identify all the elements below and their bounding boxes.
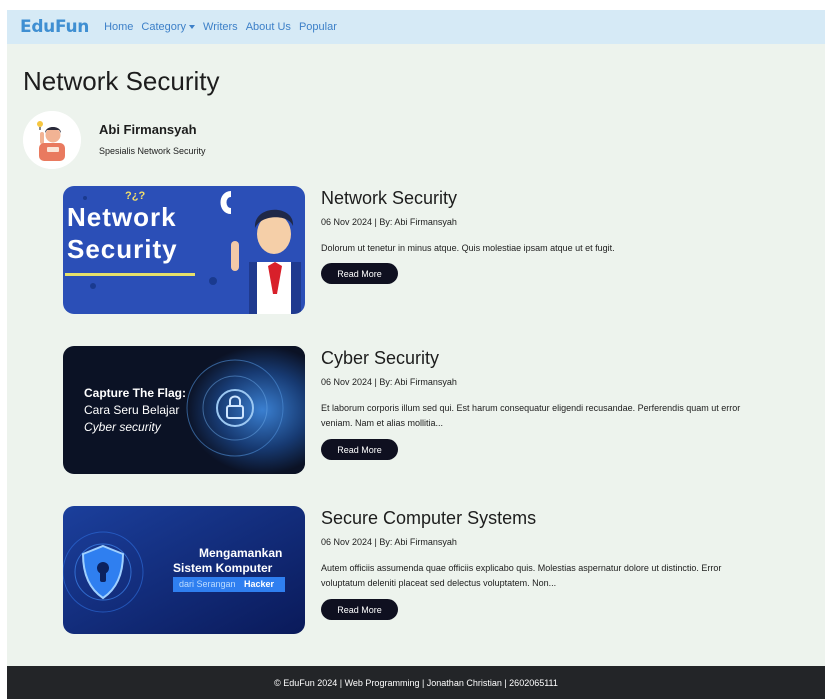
article-meta: 06 Nov 2024 | By: Abi Firmansyah xyxy=(321,377,457,387)
article-excerpt: Autem officiis assumenda quae officiis e… xyxy=(321,563,722,588)
article-image-cyber-security[interactable]: Capture The Flag: Cara Seru Belajar Cybe… xyxy=(63,346,305,474)
article-excerpt: Et laborum corporis illum sed qui. Est h… xyxy=(321,403,741,428)
brand-logo[interactable]: EduFun xyxy=(20,17,89,37)
article-image-line-2: Security xyxy=(67,234,178,264)
article-image-line-1: Mengamankan xyxy=(199,546,283,560)
page-title: Network Security xyxy=(23,66,220,96)
caret-down-icon xyxy=(189,25,196,29)
nav-link-category-label: Category xyxy=(141,21,187,33)
article-image-line-4: Hacker xyxy=(244,579,275,589)
nav-link-writers[interactable]: Writers xyxy=(203,21,238,33)
nav-link-category[interactable]: Category xyxy=(141,21,196,33)
read-more-button[interactable]: Read More xyxy=(321,439,398,460)
article-title[interactable]: Secure Computer Systems xyxy=(321,508,536,529)
article-image-line-3: dari Serangan xyxy=(179,579,236,589)
article-meta: 06 Nov 2024 | By: Abi Firmansyah xyxy=(321,537,457,547)
author-name: Abi Firmansyah xyxy=(99,122,197,137)
read-more-button[interactable]: Read More xyxy=(321,263,398,284)
nav-link-popular[interactable]: Popular xyxy=(299,21,337,33)
article-card: Capture The Flag: Cara Seru Belajar Cybe… xyxy=(63,346,763,474)
read-more-button[interactable]: Read More xyxy=(321,599,398,620)
article-image-line-1: Capture The Flag: xyxy=(84,386,187,400)
article-image-line-2: Cara Seru Belajar xyxy=(84,403,180,417)
article-meta: 06 Nov 2024 | By: Abi Firmansyah xyxy=(321,217,457,227)
nav-link-about-us[interactable]: About Us xyxy=(246,21,291,33)
article-image-secure-computer-systems[interactable]: Mengamankan Sistem Komputer dari Seranga… xyxy=(63,506,305,634)
article-title[interactable]: Cyber Security xyxy=(321,348,439,369)
author-avatar-illustration xyxy=(23,111,81,169)
footer-text: © EduFun 2024 | Web Programming | Jonath… xyxy=(274,677,558,688)
footer: © EduFun 2024 | Web Programming | Jonath… xyxy=(7,666,825,699)
article-image-line-2: Sistem Komputer xyxy=(173,561,273,575)
article-image-mark: ?¿? xyxy=(125,190,146,202)
article-image-line-1: Network xyxy=(67,202,177,232)
article-image-network-security[interactable]: ?¿? Network Security xyxy=(63,186,305,314)
article-card: ?¿? Network Security Network Security 06… xyxy=(63,186,763,314)
article-title[interactable]: Network Security xyxy=(321,188,457,209)
nav-link-home[interactable]: Home xyxy=(104,21,133,33)
article-image-line-3: Cyber security xyxy=(84,420,161,434)
author-role: Spesialis Network Security xyxy=(99,146,206,156)
navbar: EduFun Home Category Writers About Us Po… xyxy=(7,10,825,44)
article-card: Mengamankan Sistem Komputer dari Seranga… xyxy=(63,506,763,634)
article-excerpt: Dolorum ut tenetur in minus atque. Quis … xyxy=(321,243,615,253)
page: EduFun Home Category Writers About Us Po… xyxy=(7,10,825,699)
author-avatar xyxy=(23,111,81,169)
